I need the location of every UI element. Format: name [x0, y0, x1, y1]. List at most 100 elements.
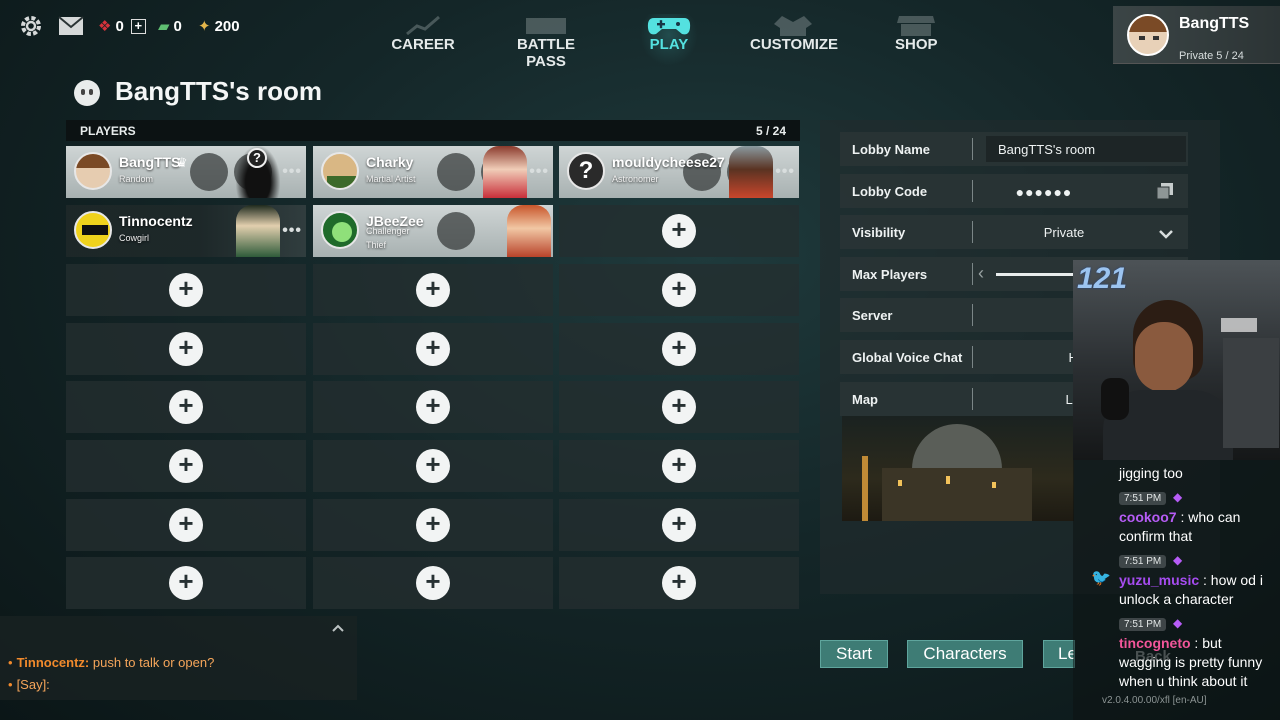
- chat-input-line[interactable]: • [Say]:: [8, 677, 50, 692]
- add-player-icon[interactable]: +: [169, 273, 203, 307]
- chevron-down-icon[interactable]: [1158, 226, 1174, 244]
- currency-cash: ▰ 0: [158, 14, 182, 38]
- add-player-icon[interactable]: +: [169, 508, 203, 542]
- add-player-icon[interactable]: +: [416, 390, 450, 424]
- more-options-icon[interactable]: •••: [775, 163, 795, 181]
- empty-slot[interactable]: +: [66, 440, 306, 492]
- empty-slot[interactable]: +: [66, 557, 306, 609]
- empty-slot[interactable]: +: [559, 264, 799, 316]
- add-player-icon[interactable]: +: [416, 508, 450, 542]
- empty-slot[interactable]: +: [66, 381, 306, 433]
- stream-chat-time: 7:51 PM: [1119, 492, 1167, 505]
- map-preview-image: [842, 416, 1074, 521]
- stream-score: 121: [1077, 262, 1128, 295]
- player-slot-charky[interactable]: Charky Martial Artist •••: [313, 146, 553, 198]
- leave-button[interactable]: Lea: [1043, 640, 1075, 668]
- empty-slot[interactable]: +: [559, 323, 799, 375]
- empty-slot[interactable]: +: [559, 440, 799, 492]
- add-player-icon[interactable]: +: [169, 566, 203, 600]
- currency-red-tokens[interactable]: ❖ 0 +: [98, 14, 146, 38]
- more-options-icon[interactable]: •••: [529, 163, 549, 181]
- empty-slot[interactable]: +: [66, 499, 306, 551]
- add-player-icon[interactable]: +: [662, 214, 696, 248]
- empty-slot[interactable]: +: [313, 323, 553, 375]
- player-slot-bangtts[interactable]: BangTTS ♛ Random ? •••: [66, 146, 306, 198]
- player-character: Random: [119, 174, 154, 184]
- copy-icon[interactable]: [1156, 182, 1174, 200]
- nav-customize[interactable]: CUSTOMIZE: [750, 14, 839, 62]
- stream-chat-user: cookoo7: [1119, 509, 1177, 525]
- empty-slot[interactable]: +: [559, 557, 799, 609]
- add-player-icon[interactable]: +: [416, 332, 450, 366]
- player-slot-mouldycheese27[interactable]: ? mouldycheese27 Astronomer •••: [559, 146, 799, 198]
- gear-icon[interactable]: [17, 12, 45, 40]
- add-player-icon[interactable]: +: [169, 332, 203, 366]
- nav-battle-pass-label: BATTLE PASS: [516, 36, 576, 70]
- add-player-icon[interactable]: +: [662, 273, 696, 307]
- lobby-name-input[interactable]: [986, 136, 1186, 162]
- add-player-icon[interactable]: +: [662, 566, 696, 600]
- decrease-arrow-icon[interactable]: ‹: [978, 263, 984, 284]
- nav-career-label: CAREER: [391, 36, 455, 53]
- lobby-code-value: ●●●●●●: [1015, 184, 1073, 200]
- nav-career[interactable]: CAREER: [390, 14, 456, 62]
- max-players-label: Max Players: [852, 267, 928, 282]
- profile-card[interactable]: BangTTS Private 5 / 24: [1113, 6, 1280, 64]
- add-player-icon[interactable]: +: [662, 508, 696, 542]
- empty-slot[interactable]: +: [66, 264, 306, 316]
- badge-icon: ◆: [1173, 490, 1183, 504]
- more-options-icon[interactable]: •••: [282, 222, 302, 240]
- add-player-icon[interactable]: +: [169, 390, 203, 424]
- stream-chat-message: yuzu_music : how od i unlock a character: [1119, 571, 1277, 609]
- red-token-icon: ❖: [98, 18, 112, 35]
- nav-play[interactable]: PLAY: [640, 14, 698, 66]
- crown-icon: ♛: [176, 155, 188, 170]
- empty-slot[interactable]: +: [559, 205, 799, 257]
- add-player-icon[interactable]: +: [662, 449, 696, 483]
- empty-slot[interactable]: +: [313, 557, 553, 609]
- empty-slot[interactable]: +: [559, 381, 799, 433]
- player-name: BangTTS: [119, 154, 181, 170]
- add-player-icon[interactable]: +: [416, 449, 450, 483]
- envelope-icon[interactable]: [57, 12, 85, 40]
- empty-slot[interactable]: +: [313, 440, 553, 492]
- add-player-icon[interactable]: +: [662, 390, 696, 424]
- empty-slot[interactable]: +: [313, 499, 553, 551]
- empty-slot[interactable]: +: [313, 381, 553, 433]
- player-slot-jbeezee[interactable]: JBeeZee Challenger Thief: [313, 205, 553, 257]
- stream-chat-user: yuzu_music: [1119, 572, 1200, 588]
- player-count: 5 / 24: [755, 123, 786, 138]
- add-player-icon[interactable]: +: [169, 449, 203, 483]
- chevron-up-icon[interactable]: [331, 620, 345, 638]
- badge-icon: ◆: [1173, 553, 1183, 567]
- player-slot-tinnocentz[interactable]: Tinnocentz Cowgirl •••: [66, 205, 306, 257]
- buy-tokens-icon[interactable]: +: [130, 18, 146, 34]
- empty-slot[interactable]: +: [313, 264, 553, 316]
- setting-visibility[interactable]: Visibility Private: [840, 215, 1188, 249]
- nav-battle-pass[interactable]: BATTLE PASS: [498, 14, 594, 70]
- add-player-icon[interactable]: +: [662, 332, 696, 366]
- stream-chat: jigging too 7:51 PM ◆ cookoo7 : who can …: [1073, 460, 1280, 720]
- unknown-avatar-icon: ?: [567, 152, 605, 190]
- voice-chat-label: Global Voice Chat: [852, 350, 963, 365]
- start-button[interactable]: Start: [820, 640, 888, 668]
- stream-chat-time: 7:51 PM: [1119, 618, 1167, 631]
- empty-slot[interactable]: +: [559, 499, 799, 551]
- characters-button[interactable]: Characters: [907, 640, 1023, 668]
- empty-slot[interactable]: +: [66, 323, 306, 375]
- player-name: mouldycheese27: [612, 154, 725, 170]
- more-options-icon[interactable]: •••: [282, 163, 302, 181]
- banner-icon: [498, 14, 594, 36]
- unknown-icon: ?: [247, 148, 267, 168]
- lobby-code-label: Lobby Code: [852, 184, 928, 199]
- add-player-icon[interactable]: +: [416, 566, 450, 600]
- nav-customize-label: CUSTOMIZE: [750, 36, 839, 53]
- players-heading: PLAYERS: [80, 123, 136, 138]
- add-player-icon[interactable]: +: [416, 273, 450, 307]
- cash-icon: ▰: [158, 18, 170, 35]
- gamepad-icon: [646, 14, 692, 36]
- nav-shop[interactable]: SHOP: [895, 14, 938, 62]
- map-label: Map: [852, 392, 878, 407]
- avatar: [321, 211, 359, 249]
- top-bar: ❖ 0 + ▰ 0 ✦ 200 CAREER BATTLE PASS PLAY …: [0, 0, 1280, 70]
